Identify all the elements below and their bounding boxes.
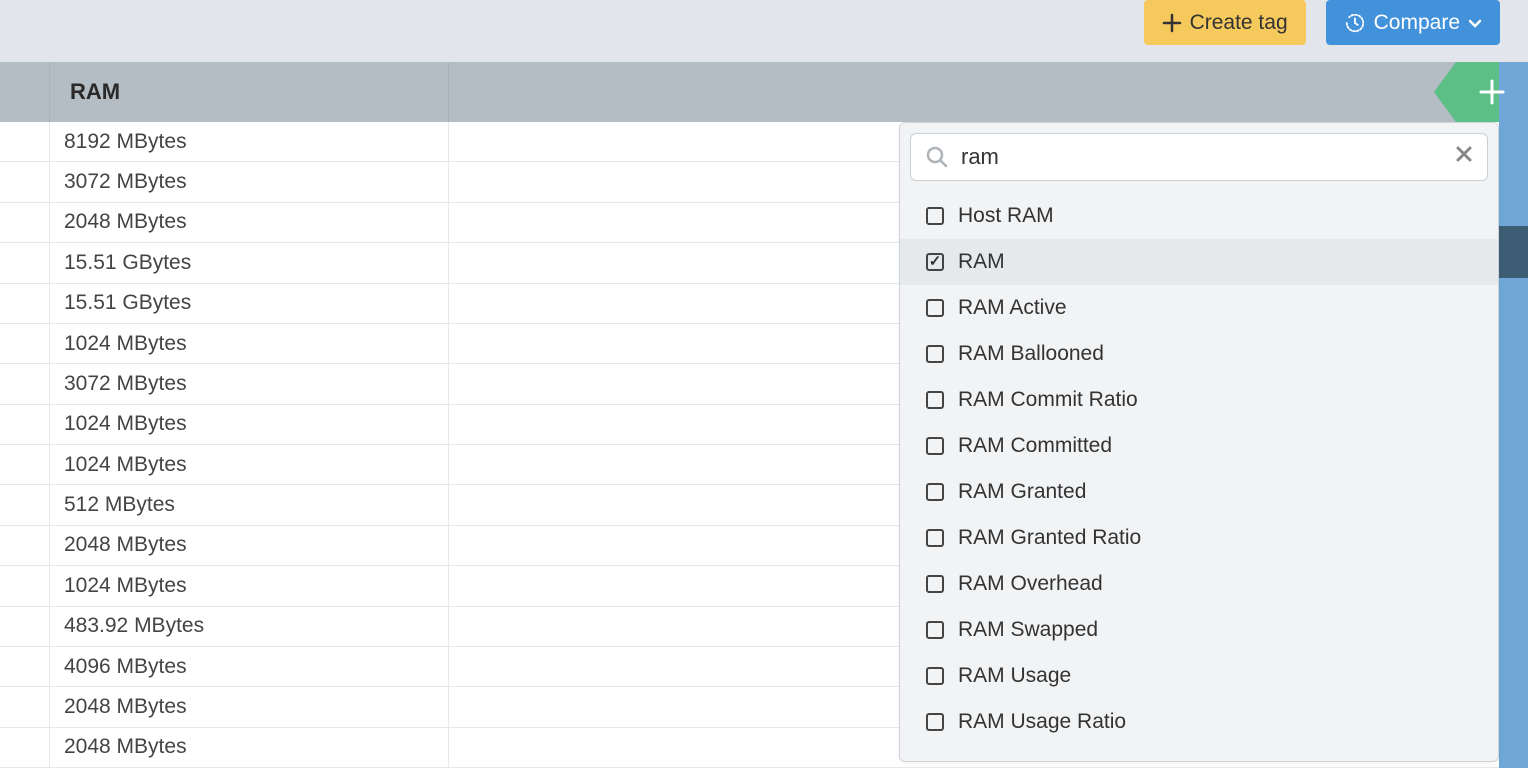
filter-option-label: RAM Usage Ratio bbox=[958, 710, 1126, 734]
row-gutter bbox=[0, 566, 50, 605]
checkbox-icon bbox=[926, 437, 944, 455]
filter-option-label: RAM Active bbox=[958, 296, 1067, 320]
row-gutter bbox=[0, 243, 50, 282]
ram-cell: 2048 MBytes bbox=[50, 526, 449, 565]
ram-cell: 15.51 GBytes bbox=[50, 284, 449, 323]
right-accent-bars bbox=[1499, 62, 1528, 768]
checkbox-icon bbox=[926, 299, 944, 317]
compare-label: Compare bbox=[1374, 11, 1460, 35]
ram-cell: 1024 MBytes bbox=[50, 405, 449, 444]
checkbox-icon bbox=[926, 483, 944, 501]
filter-option-label: RAM Usage bbox=[958, 664, 1071, 688]
chevron-down-icon bbox=[1468, 16, 1482, 30]
ram-cell: 2048 MBytes bbox=[50, 203, 449, 242]
search-input[interactable] bbox=[961, 144, 1443, 170]
compare-button[interactable]: Compare bbox=[1326, 0, 1500, 45]
create-tag-label: Create tag bbox=[1190, 11, 1288, 35]
filter-option[interactable]: RAM Swapped bbox=[900, 607, 1498, 653]
filter-option[interactable]: RAM Usage Ratio bbox=[900, 699, 1498, 745]
accent-bar-segment bbox=[1499, 226, 1528, 278]
checkbox-icon bbox=[926, 575, 944, 593]
column-header-ram[interactable]: RAM bbox=[50, 62, 449, 122]
row-gutter bbox=[0, 607, 50, 646]
row-gutter bbox=[0, 122, 50, 161]
ram-cell: 1024 MBytes bbox=[50, 324, 449, 363]
row-gutter bbox=[0, 445, 50, 484]
row-gutter bbox=[0, 62, 50, 122]
row-gutter bbox=[0, 526, 50, 565]
search-icon bbox=[925, 145, 949, 169]
ram-cell: 3072 MBytes bbox=[50, 364, 449, 403]
create-tag-button[interactable]: Create tag bbox=[1144, 0, 1306, 45]
close-icon bbox=[1455, 145, 1473, 163]
row-gutter bbox=[0, 647, 50, 686]
column-header-row: RAM bbox=[0, 62, 1528, 122]
filter-option-label: RAM bbox=[958, 250, 1005, 274]
history-icon bbox=[1344, 12, 1366, 34]
row-gutter bbox=[0, 687, 50, 726]
ram-cell: 3072 MBytes bbox=[50, 162, 449, 201]
filter-option-label: RAM Commit Ratio bbox=[958, 388, 1138, 412]
filter-option[interactable]: RAM Overhead bbox=[900, 561, 1498, 607]
filter-option-label: RAM Ballooned bbox=[958, 342, 1104, 366]
checkbox-icon bbox=[926, 529, 944, 547]
filter-option[interactable]: RAM Granted bbox=[900, 469, 1498, 515]
filter-option-label: RAM Committed bbox=[958, 434, 1112, 458]
filter-option[interactable]: Host RAM bbox=[900, 193, 1498, 239]
checkbox-checked-icon bbox=[926, 253, 944, 271]
plus-icon bbox=[1477, 77, 1507, 107]
dropdown-search-wrap bbox=[900, 123, 1498, 191]
plus-icon bbox=[1162, 13, 1182, 33]
checkbox-icon bbox=[926, 667, 944, 685]
ram-cell: 1024 MBytes bbox=[50, 445, 449, 484]
ram-cell: 8192 MBytes bbox=[50, 122, 449, 161]
filter-option[interactable]: RAM Active bbox=[900, 285, 1498, 331]
row-gutter bbox=[0, 162, 50, 201]
row-gutter bbox=[0, 324, 50, 363]
ram-cell: 1024 MBytes bbox=[50, 566, 449, 605]
row-gutter bbox=[0, 728, 50, 767]
ram-cell: 483.92 MBytes bbox=[50, 607, 449, 646]
filter-option[interactable]: RAM Commit Ratio bbox=[900, 377, 1498, 423]
ram-cell: 15.51 GBytes bbox=[50, 243, 449, 282]
filter-option-label: RAM Granted Ratio bbox=[958, 526, 1141, 550]
ram-cell: 4096 MBytes bbox=[50, 647, 449, 686]
ram-cell: 512 MBytes bbox=[50, 485, 449, 524]
filter-option[interactable]: RAM Ballooned bbox=[900, 331, 1498, 377]
row-gutter bbox=[0, 364, 50, 403]
filter-option[interactable]: RAM Committed bbox=[900, 423, 1498, 469]
filter-option-label: RAM Granted bbox=[958, 480, 1086, 504]
filter-option[interactable]: RAM Usage bbox=[900, 653, 1498, 699]
row-gutter bbox=[0, 405, 50, 444]
ram-cell: 2048 MBytes bbox=[50, 728, 449, 767]
accent-bar-segment bbox=[1499, 278, 1528, 768]
top-toolbar: Create tag Compare bbox=[0, 0, 1528, 62]
ram-cell: 2048 MBytes bbox=[50, 687, 449, 726]
row-gutter bbox=[0, 203, 50, 242]
row-gutter bbox=[0, 284, 50, 323]
row-gutter bbox=[0, 485, 50, 524]
dropdown-options-list[interactable]: Host RAM RAM RAM Active RAM Ballooned RAM Co… bbox=[900, 191, 1498, 761]
clear-search-button[interactable] bbox=[1455, 145, 1473, 169]
checkbox-icon bbox=[926, 713, 944, 731]
search-box[interactable] bbox=[910, 133, 1488, 181]
filter-option[interactable]: RAM bbox=[900, 239, 1498, 285]
filter-option[interactable]: RAM Granted Ratio bbox=[900, 515, 1498, 561]
checkbox-icon bbox=[926, 621, 944, 639]
column-filter-dropdown: Host RAM RAM RAM Active RAM Ballooned RAM Co… bbox=[899, 122, 1499, 762]
column-header-label: RAM bbox=[70, 79, 120, 105]
filter-option-label: RAM Overhead bbox=[958, 572, 1103, 596]
checkbox-icon bbox=[926, 345, 944, 363]
filter-option-label: RAM Swapped bbox=[958, 618, 1098, 642]
checkbox-icon bbox=[926, 207, 944, 225]
filter-option-label: Host RAM bbox=[958, 204, 1054, 228]
checkbox-icon bbox=[926, 391, 944, 409]
